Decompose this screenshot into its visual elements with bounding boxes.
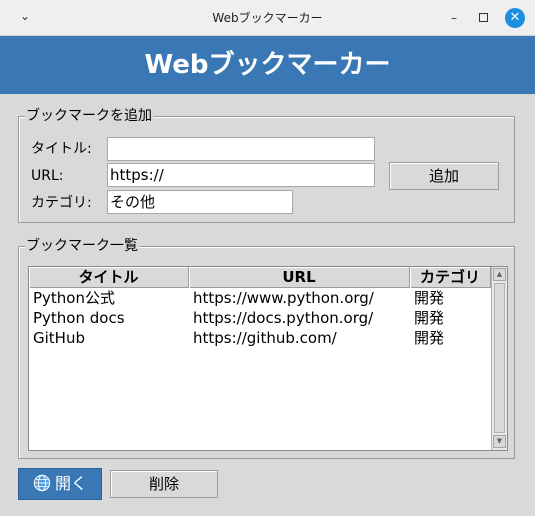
delete-button[interactable]: 削除	[110, 470, 218, 498]
url-label: URL:	[31, 168, 64, 184]
column-header-title[interactable]: タイトル	[29, 267, 189, 288]
column-header-category[interactable]: カテゴリ	[410, 267, 491, 288]
url-input[interactable]: https://	[107, 163, 375, 187]
title-label: タイトル:	[31, 141, 92, 157]
row-title: GitHub	[33, 329, 85, 347]
open-button-label: 開く	[54, 474, 87, 493]
add-button[interactable]: 追加	[389, 162, 499, 190]
table-row[interactable]: GitHub https://github.com/ 開発	[29, 328, 491, 348]
row-category: 開発	[414, 289, 445, 307]
title-input[interactable]	[107, 137, 375, 161]
scroll-up-icon[interactable]: ▲	[493, 268, 506, 281]
column-header-url[interactable]: URL	[189, 267, 410, 288]
row-url: https://www.python.org/	[193, 289, 374, 307]
row-url: https://docs.python.org/	[193, 309, 374, 327]
minimize-icon[interactable]: –	[445, 9, 463, 27]
scroll-thumb[interactable]	[494, 283, 505, 433]
row-category: 開発	[414, 309, 445, 327]
app-banner: Webブックマーカー	[0, 36, 535, 94]
add-bookmark-group-title: ブックマークを追加	[25, 107, 153, 125]
category-label: カテゴリ:	[31, 195, 92, 211]
open-button[interactable]: 開く	[18, 468, 102, 500]
table-row[interactable]: Python公式 https://www.python.org/ 開発	[29, 288, 491, 308]
row-url: https://github.com/	[193, 329, 337, 347]
close-icon[interactable]: ✕	[505, 8, 525, 28]
window-titlebar: ⌄ Webブックマーカー – ✕	[0, 0, 535, 36]
bookmark-table[interactable]: タイトル URL カテゴリ Python公式 https://www.pytho…	[28, 266, 508, 451]
globe-icon	[33, 474, 51, 492]
row-title: Python docs	[33, 309, 125, 327]
scroll-down-icon[interactable]: ▼	[493, 435, 506, 448]
maximize-icon[interactable]	[474, 9, 492, 27]
category-input[interactable]: その他	[107, 190, 293, 214]
table-header: タイトル URL カテゴリ	[29, 267, 491, 288]
row-category: 開発	[414, 329, 445, 347]
table-row[interactable]: Python docs https://docs.python.org/ 開発	[29, 308, 491, 328]
vertical-scrollbar[interactable]: ▲ ▼	[491, 267, 507, 450]
row-title: Python公式	[33, 289, 115, 307]
bookmark-list-group-title: ブックマーク一覧	[25, 237, 139, 255]
